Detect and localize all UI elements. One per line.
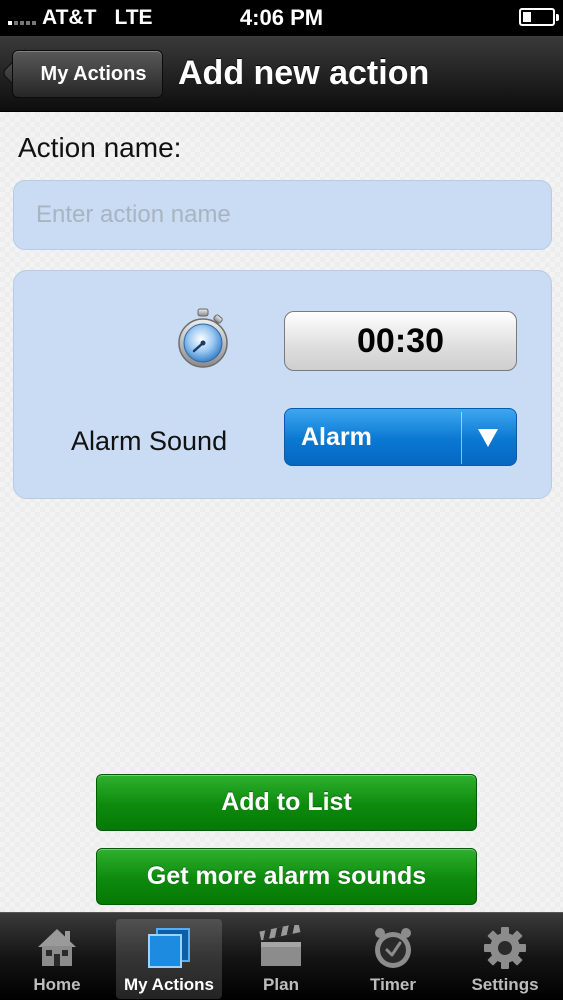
tab-settings[interactable]: Settings [452,919,558,999]
clock-icon [375,928,411,968]
battery-icon [519,8,559,26]
content-area: Action name: 00:30 Alarm Sou [0,112,563,912]
action-name-input[interactable] [13,180,552,250]
alarm-sound-value: Alarm [301,423,372,451]
tab-plan[interactable]: Plan [228,919,334,999]
tab-label: Timer [370,975,416,994]
get-more-alarm-sounds-button[interactable]: Get more alarm sounds [96,848,477,905]
page-title: Add new action [178,54,430,92]
tab-label: Settings [471,975,539,994]
clapperboard-icon [259,925,301,966]
action-name-label: Action name: [18,132,182,163]
house-icon [38,929,76,966]
navigation-bar: My Actions Add new action [0,36,563,112]
back-button[interactable]: My Actions [12,50,163,98]
tab-bar: Home My Actions Plan Timer Settings [0,912,563,1000]
stacked-cards-icon [148,928,190,968]
tab-label: My Actions [123,975,215,994]
alarm-sound-label: Alarm Sound [71,426,228,456]
tab-my-actions[interactable]: My Actions [116,919,222,999]
settings-panel: 00:30 Alarm Sound Alarm [13,270,552,499]
tab-label: Plan [263,975,299,994]
dropdown-divider [461,412,462,464]
tab-label: Home [33,975,81,994]
gear-icon [484,927,526,969]
stopwatch-icon [178,308,228,368]
tab-timer[interactable]: Timer [340,919,446,999]
tab-home[interactable]: Home [4,919,110,999]
alarm-sound-dropdown[interactable]: Alarm [284,408,517,466]
duration-field[interactable]: 00:30 [284,311,517,371]
add-to-list-button[interactable]: Add to List [96,774,477,831]
status-bar: AT&T LTE 4:06 PM [0,0,563,36]
dropdown-arrow-icon [478,429,498,447]
status-time: 4:06 PM [239,5,324,30]
